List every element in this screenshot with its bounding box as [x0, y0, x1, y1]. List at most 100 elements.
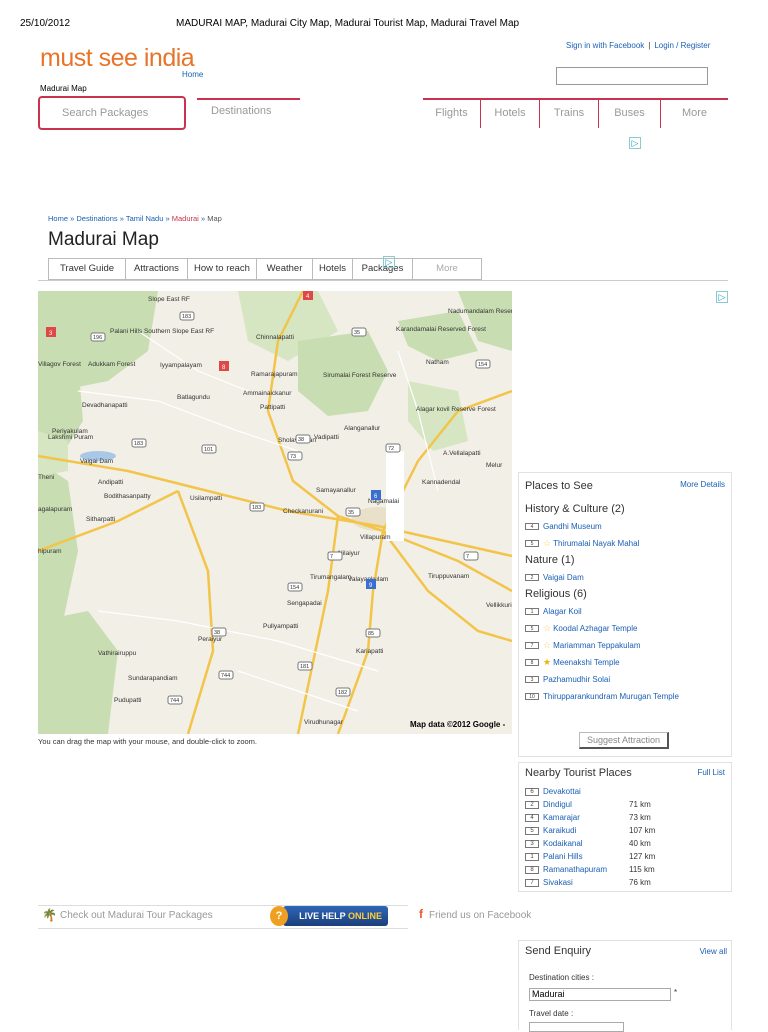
subtab-hotels[interactable]: Hotels	[313, 259, 353, 279]
live-help-online: ONLINE	[347, 911, 382, 921]
place-number: 1	[525, 608, 539, 615]
highway-road	[176, 490, 215, 734]
place-link[interactable]: Gandhi Museum	[543, 522, 602, 531]
star-outline-icon[interactable]: ☆	[543, 538, 551, 549]
tab-more[interactable]: More	[661, 100, 728, 128]
forest-area	[398, 311, 478, 361]
place-item: 7 ☆ Mariamman Teppakulam	[525, 637, 727, 654]
nearby-number: 1	[525, 852, 539, 861]
map-place-label: Adukkam Forest	[88, 361, 136, 368]
full-list-link[interactable]: Full List	[697, 768, 725, 777]
place-link[interactable]: Meenakshi Temple	[553, 658, 620, 667]
map-place-label: Vathirairuppu	[98, 650, 137, 657]
suggest-attraction-button[interactable]: Suggest Attraction	[579, 732, 669, 749]
nearby-distance: 71 km	[629, 800, 651, 809]
map-place-label: Sengapadai	[287, 600, 322, 607]
nearby-place-link[interactable]: Ramanathapuram	[543, 865, 629, 874]
destination-input[interactable]: Madurai	[529, 988, 671, 1001]
place-link[interactable]: Vaigai Dam	[543, 573, 584, 582]
destinations-tab[interactable]: Destinations	[197, 98, 300, 122]
star-outline-icon[interactable]: ☆	[543, 623, 551, 634]
place-link[interactable]: Mariamman Teppakulam	[553, 641, 640, 650]
subtab-weather[interactable]: Weather	[257, 259, 313, 279]
more-details-link[interactable]: More Details	[680, 480, 725, 489]
facebook-signin-link[interactable]: Sign in with Facebook	[566, 41, 644, 50]
subtab-travel-guide[interactable]: Travel Guide	[49, 259, 126, 279]
map-place-label: Iyyampalayam	[160, 362, 202, 369]
breadcrumb-state[interactable]: Tamil Nadu	[126, 214, 164, 223]
category-heading: Nature (1)	[525, 554, 575, 566]
map-place-label: Kannadendal	[422, 479, 461, 486]
nearby-number: 2	[525, 800, 539, 809]
ad-choices-icon[interactable]: ▷	[716, 291, 728, 303]
star-outline-icon[interactable]: ☆	[543, 640, 551, 651]
subtab-attractions[interactable]: Attractions	[126, 259, 188, 279]
search-packages-button[interactable]: Search Packages	[38, 96, 186, 130]
breadcrumb-home[interactable]: Home	[48, 214, 68, 223]
place-number: 5	[525, 625, 539, 632]
nearby-place-link[interactable]: Kodaikanal	[543, 839, 629, 848]
live-help-button[interactable]: LIVE HELP ONLINE	[283, 906, 388, 926]
map-place-label: Bodithasanpatty	[104, 493, 151, 500]
subtab-how-to-reach[interactable]: How to reach	[188, 259, 257, 279]
live-help-label: LIVE HELP	[299, 911, 346, 921]
forest-area	[408, 381, 468, 451]
breadcrumb-city[interactable]: Madurai	[172, 214, 199, 223]
map-place-label: Andipatti	[98, 479, 123, 486]
nearby-distance: 40 km	[629, 839, 651, 848]
login-register-link[interactable]: Login / Register	[654, 41, 710, 50]
subtab-more[interactable]: More	[413, 259, 481, 279]
place-link[interactable]: Koodal Azhagar Temple	[553, 624, 637, 633]
forest-area	[38, 611, 118, 734]
nearby-place-link[interactable]: Kamarajar	[543, 813, 629, 822]
city-subtabs: Travel Guide Attractions How to reach We…	[48, 258, 482, 280]
map-place-label: Vellikkurichi	[486, 602, 512, 609]
map-place-label: Theni	[38, 474, 54, 481]
required-mark: *	[674, 988, 678, 997]
tour-packages-link[interactable]: Check out Madurai Tour Packages	[60, 910, 213, 921]
places-to-see-panel: Places to See More Details History & Cul…	[518, 472, 732, 757]
nearby-number: 5	[525, 826, 539, 835]
nearby-number: 4	[525, 813, 539, 822]
site-search-input[interactable]	[556, 67, 708, 85]
place-link[interactable]: Thirupparankundram Murugan Temple	[543, 692, 679, 701]
tab-hotels[interactable]: Hotels	[481, 100, 540, 128]
destination-label: Destination cities :	[529, 973, 594, 982]
site-logo[interactable]: must see india	[40, 44, 195, 73]
map-place-label: Sundarapandiam	[128, 675, 178, 682]
star-filled-icon[interactable]: ★	[543, 657, 551, 668]
place-link[interactable]: Thirumalai Nayak Mahal	[553, 539, 639, 548]
highway-number: 181	[300, 664, 309, 670]
breadcrumb: Home » Destinations » Tamil Nadu » Madur…	[48, 214, 222, 223]
highway-number: 154	[290, 585, 299, 591]
place-item: 3 Pazhamudhir Solai	[525, 671, 727, 688]
nearby-number: 7	[525, 878, 539, 887]
map-place-label: Ammainaickanur	[243, 390, 292, 397]
ad-choices-icon[interactable]: ▷	[383, 256, 395, 268]
facebook-friend-link[interactable]: Friend us on Facebook	[429, 910, 531, 921]
tab-trains[interactable]: Trains	[540, 100, 599, 128]
place-item: 5 ☆ Koodal Azhagar Temple	[525, 620, 727, 637]
nearby-place-link[interactable]: Devakottai	[543, 787, 629, 796]
google-map[interactable]: Slope East RF Palani Hills Southern Slope…	[38, 291, 512, 734]
map-place-label: Kariapatti	[356, 648, 383, 655]
map-place-label: Slope East RF	[148, 296, 190, 303]
map-place-label: Chinnalapatti	[256, 334, 294, 341]
place-link[interactable]: Pazhamudhir Solai	[543, 675, 610, 684]
breadcrumb-destinations[interactable]: Destinations	[76, 214, 117, 223]
nearby-place-link[interactable]: Dindigul	[543, 800, 629, 809]
map-place-label: Lakshmi Puram	[48, 434, 93, 441]
tab-flights[interactable]: Flights	[423, 100, 481, 128]
divider	[38, 280, 728, 281]
nearby-place-link[interactable]: Karaikudi	[543, 826, 629, 835]
breadcrumb-sep: »	[70, 214, 75, 223]
nearby-place-link[interactable]: Sivakasi	[543, 878, 629, 887]
view-all-link[interactable]: View all	[700, 947, 727, 956]
place-link[interactable]: Alagar Koil	[543, 607, 582, 616]
home-link[interactable]: Home	[182, 70, 203, 79]
map-place-label: Virudhunagar	[304, 719, 344, 726]
tab-buses[interactable]: Buses	[599, 100, 661, 128]
highway-number: 85	[368, 631, 374, 637]
ad-choices-icon[interactable]: ▷	[629, 137, 641, 149]
nearby-place-link[interactable]: Palani Hills	[543, 852, 629, 861]
